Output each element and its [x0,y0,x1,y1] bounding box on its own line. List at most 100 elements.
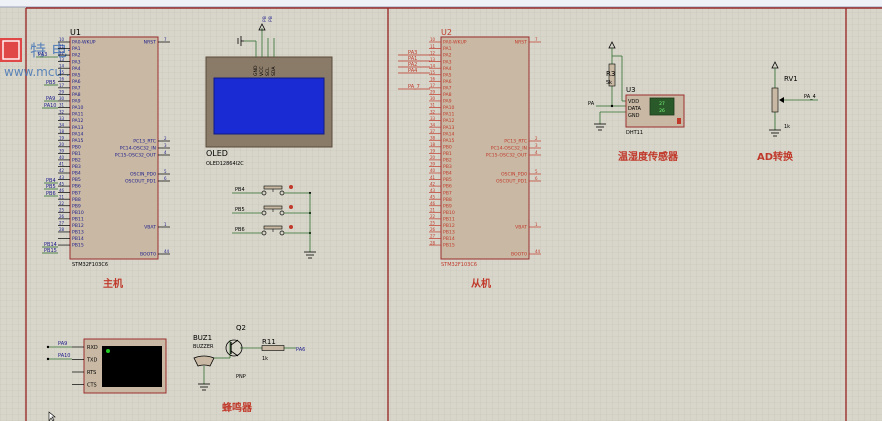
pin-name: PA10 [443,105,455,111]
pot-resistor-icon [771,87,779,113]
sensor-net: PA [588,101,595,107]
pin-name: PB15 [72,243,84,249]
pin-name: PB15 [443,243,455,249]
button-net-label: PB4 [235,187,245,193]
pin-number: 32 [59,109,65,114]
pin-name: PA3 [443,59,452,65]
pin-number: 33 [59,116,65,121]
transistor-ref: Q2 [236,324,246,332]
pin-name: PB3 [72,164,81,170]
pot-ref: RV1 [784,75,798,83]
pin-number: 16 [430,77,436,82]
svg-text:DATA: DATA [628,106,641,112]
pin-name: VBAT [144,225,156,231]
pin-name: OSCIN_PD0 [130,172,156,178]
pin-number: 13 [59,57,65,62]
schematic-canvas[interactable]: 特 电子 www.mcu .com U1 10PA0-WKUP11PA112PA… [0,0,882,421]
pin-name: PA12 [443,118,455,124]
pin-name: PA5 [443,72,452,78]
pin-name: PB7 [443,190,452,196]
pin-name: PA13 [72,125,84,131]
pin-number: 15 [59,70,65,75]
pin-name: PA9 [443,99,452,105]
sensor-resistor-value: 5k [606,80,612,86]
pin-number: 43 [59,175,65,180]
pin-number: 25 [430,221,436,226]
pin-number: 28 [430,240,436,245]
buzzer-section-label: 蜂鸣器 [222,401,253,414]
resistor-ref: R11 [262,338,276,346]
slave-section-label: 从机 [471,277,491,290]
pin-name: OSCOUT_PD1 [496,179,527,185]
resistor-value: 1k [262,356,268,362]
sensor-led [677,118,681,124]
pin-number: 14 [430,63,436,68]
pin-name: PB2 [72,158,81,164]
pin-number: 29 [59,90,65,95]
pin-name: NRST [515,40,528,46]
virtual-terminal[interactable]: RXD TXD RTS CTS [72,338,167,394]
pin-number: 20 [430,155,436,160]
pin-name: PA0-WKUP [443,40,467,46]
pin-number: 17 [430,83,436,88]
buzzer-icon [193,355,215,367]
pin-number: 28 [59,227,65,232]
sensor-ref: U3 [626,86,636,94]
pin-name: PA3 [72,59,81,65]
pin-number: 46 [430,201,436,206]
pin-number: 31 [430,103,436,108]
pin-name: OSCIN_PD0 [501,172,527,178]
pin-number: 26 [430,227,436,232]
pin-name: PA11 [443,112,455,118]
pin-name: PB5 [72,177,81,183]
pin-name: PB13 [72,230,84,236]
button-net-label: PB6 [235,227,245,233]
pin-name: PA11 [72,112,84,118]
pin-name: PA14 [72,131,84,137]
buzzer-ref: BUZ1 [193,334,212,342]
sensor-resistor-ref: R3 [606,70,615,78]
pin-name: PA13 [443,125,455,131]
pin-number: 16 [59,77,65,82]
pin-number: 44 [535,249,541,254]
pin-number: 27 [59,221,65,226]
master-section-label: 主机 [103,277,123,290]
pin-name: PA14 [443,131,455,137]
pin-number: 10 [59,37,65,42]
pin-number: 31 [59,103,65,108]
pin-name: PA8 [443,92,452,98]
pin-name: PA7 [443,85,452,91]
pin-name: NRST [144,40,157,46]
pin-name: PB3 [443,164,452,170]
pin-name: PB13 [443,230,455,236]
terminal-pin-label: RXD [87,345,98,351]
pin-name: BOOT0 [511,252,527,258]
slave-ref: U2 [441,28,452,37]
svg-text:PA9: PA9 [58,341,67,347]
pin-number: 19 [430,149,436,154]
pin-name: PB10 [443,210,455,216]
buzzer-part: BUZZER [193,344,214,350]
master-mcu[interactable]: U1 10 PA0-WKUP 11 PA1 12 PA2 13 PA3 14 PA4 15 PA5 16… [58,28,170,268]
pin-number: 25 [59,208,65,213]
svg-text:PB: PB [268,16,274,22]
pin-name: PA15 [72,138,84,144]
pin-name: PC15-OSC32_OUT [486,153,527,159]
pin-name: PA10 [72,105,84,111]
pin-number: 17 [59,83,65,88]
slave-mcu[interactable]: U2 10 PA0-WKUP 11 PA1 12 PA2 13 PA3 14 PA4 15 PA5 16… [429,28,541,268]
pin-number: 15 [430,70,436,75]
pin-name: PB14 [443,236,455,242]
pin-name: PB6 [72,184,81,190]
buzzer-net: PA6 [296,347,305,353]
pin-number: 42 [430,181,436,186]
button-state-icon [289,225,293,229]
sensor-part: DHT11 [626,130,643,136]
pin-name: PC14-OSC32_IN [120,146,156,152]
pin-name: PA5 [72,72,81,78]
pin-number: 18 [430,142,436,147]
master-part: STM32F103C6 [72,262,108,268]
pin-name: PA6 [72,79,81,85]
button-net-label: PB5 [235,207,245,213]
pin-number: 21 [59,194,65,199]
